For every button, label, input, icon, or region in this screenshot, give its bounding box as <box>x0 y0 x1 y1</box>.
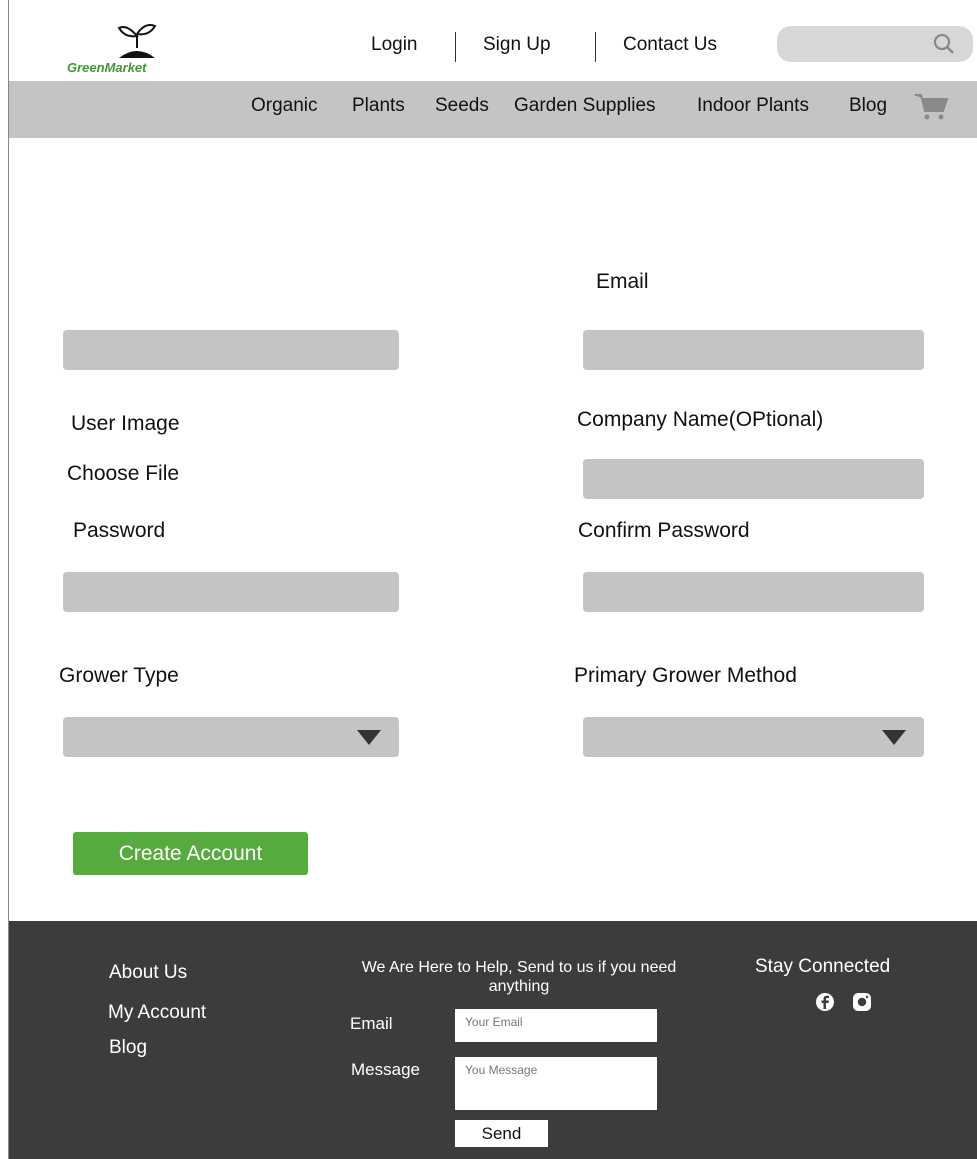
grower-method-label: Primary Grower Method <box>574 664 797 687</box>
facebook-icon[interactable] <box>815 992 835 1012</box>
footer-blog-link[interactable]: Blog <box>109 1037 147 1059</box>
nav-item-organic[interactable]: Organic <box>251 95 318 117</box>
divider <box>455 32 456 62</box>
choose-file-button[interactable]: Choose File <box>67 462 179 486</box>
grower-type-label: Grower Type <box>59 664 179 687</box>
email-field[interactable] <box>583 330 924 370</box>
shopping-cart-icon[interactable] <box>913 91 949 121</box>
nav-item-blog[interactable]: Blog <box>849 95 887 117</box>
send-button[interactable]: Send <box>455 1120 548 1147</box>
nav-item-garden-supplies[interactable]: Garden Supplies <box>514 95 656 117</box>
search-input[interactable] <box>777 26 973 62</box>
footer-message-input[interactable]: You Message <box>455 1057 657 1110</box>
instagram-icon[interactable] <box>852 992 872 1012</box>
confirm-password-label: Confirm Password <box>578 519 750 542</box>
nav-bar: Organic Plants Seeds Garden Supplies Ind… <box>9 81 977 138</box>
contact-us-link[interactable]: Contact Us <box>623 34 717 56</box>
email-label: Email <box>596 270 649 293</box>
signup-link[interactable]: Sign Up <box>483 34 551 56</box>
company-name-label: Company Name(OPtional) <box>577 408 824 431</box>
chevron-down-icon <box>357 730 381 745</box>
confirm-password-field[interactable] <box>583 572 924 612</box>
page: GreenMarket Login Sign Up Contact Us Org… <box>8 0 977 1159</box>
password-label: Password <box>73 519 166 542</box>
brand-name: GreenMarket <box>67 60 147 75</box>
footer-email-label: Email <box>350 1014 393 1033</box>
create-account-button[interactable]: Create Account <box>73 832 308 875</box>
login-link[interactable]: Login <box>371 34 418 56</box>
divider <box>595 32 596 62</box>
nav-item-indoor-plants[interactable]: Indoor Plants <box>697 95 809 117</box>
nav-item-plants[interactable]: Plants <box>352 95 405 117</box>
user-image-label: User Image <box>71 412 180 435</box>
footer-message-label: Message <box>351 1060 420 1079</box>
company-name-field[interactable] <box>583 459 924 499</box>
grower-method-select[interactable] <box>583 717 924 757</box>
password-field[interactable] <box>63 572 399 612</box>
footer-about-us-link[interactable]: About Us <box>109 962 187 984</box>
footer-my-account-link[interactable]: My Account <box>108 1002 206 1024</box>
search-icon[interactable] <box>933 33 955 55</box>
footer-help-text: We Are Here to Help, Send to us if you n… <box>361 959 677 995</box>
nav-item-seeds[interactable]: Seeds <box>435 95 489 117</box>
chevron-down-icon <box>882 730 906 745</box>
footer-email-input[interactable]: Your Email <box>455 1009 657 1042</box>
footer: About Us My Account Blog We Are Here to … <box>9 921 977 1159</box>
name-field[interactable] <box>63 330 399 370</box>
stay-connected-heading: Stay Connected <box>755 956 891 977</box>
grower-type-select[interactable] <box>63 717 399 757</box>
